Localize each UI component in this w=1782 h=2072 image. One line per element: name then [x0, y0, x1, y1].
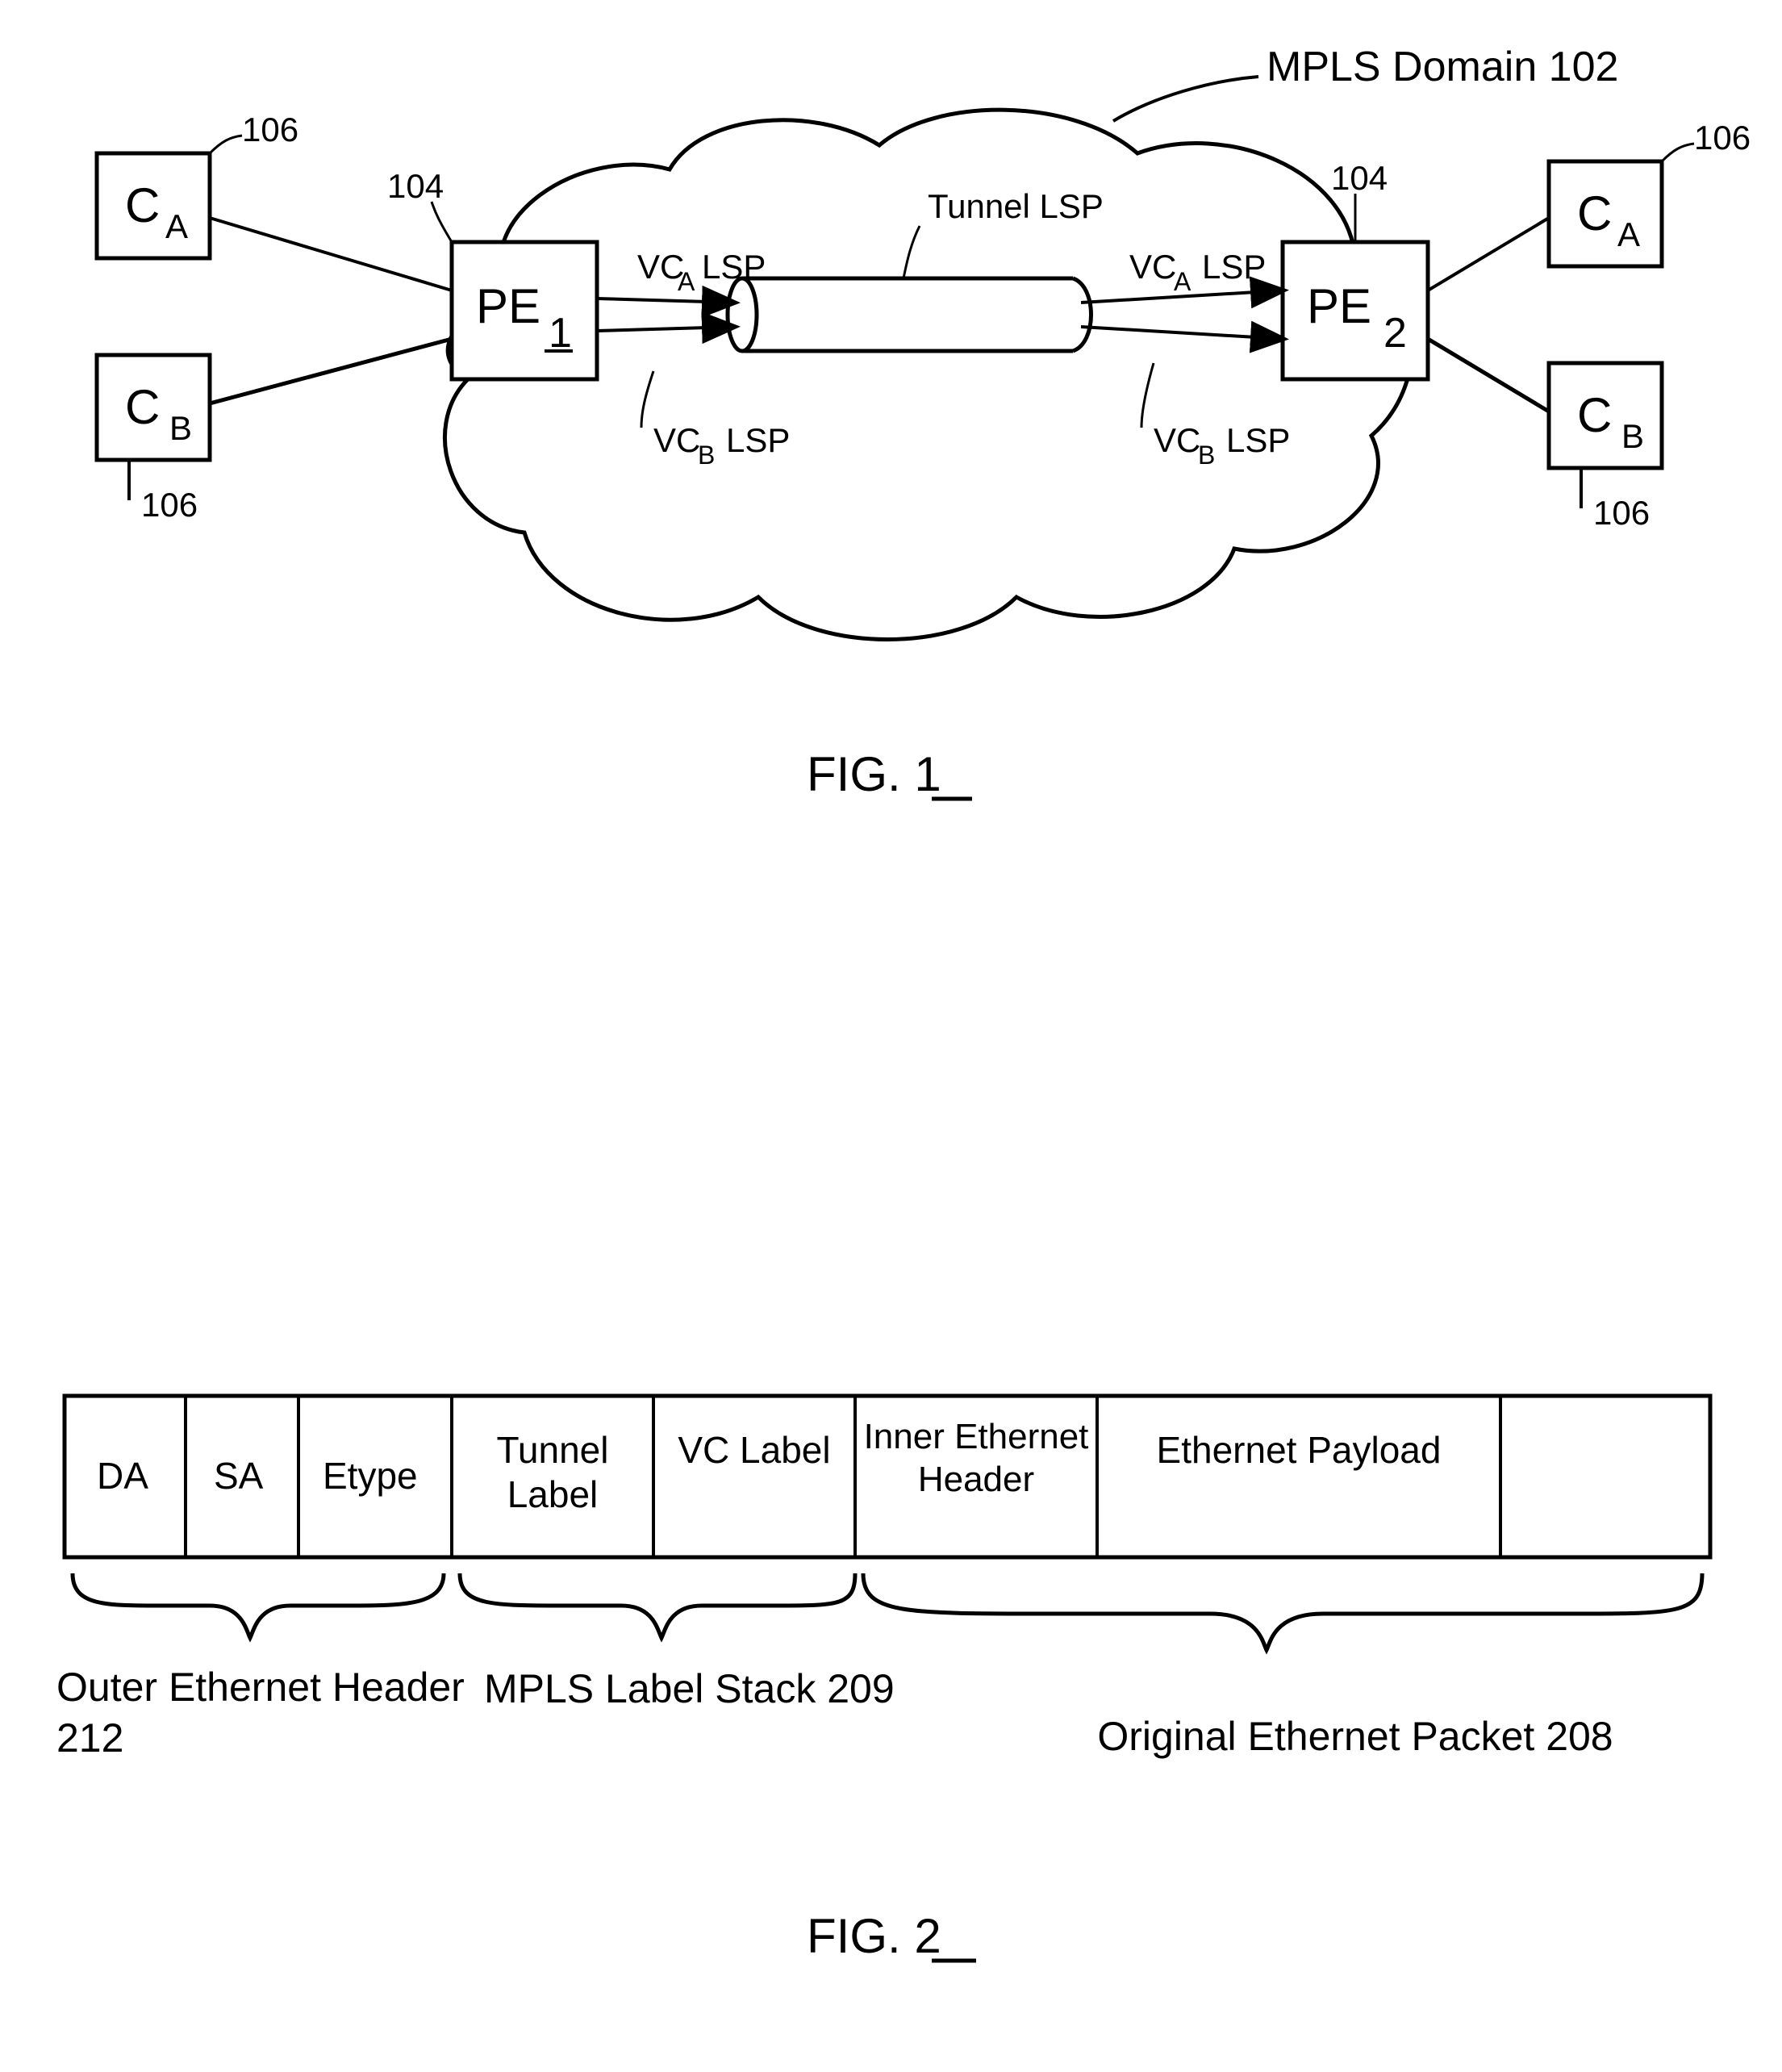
pe1-ref: 104: [387, 167, 444, 205]
svg-text:A: A: [1617, 215, 1640, 253]
cb-left-box: C B 106: [97, 355, 210, 524]
cell-tunnel: Tunnel Label: [460, 1428, 645, 1517]
svg-text:LSP: LSP: [726, 421, 790, 459]
svg-text:B: B: [698, 441, 715, 470]
cb-right-ref: 106: [1593, 494, 1650, 532]
cell-vc: VC Label: [661, 1428, 847, 1473]
svg-text:PE: PE: [476, 279, 540, 333]
cell-etype: Etype: [323, 1455, 418, 1497]
svg-text:LSP: LSP: [1202, 248, 1266, 286]
link-ca-pe1: [210, 218, 452, 290]
brace-orig: Original Ethernet Packet 208: [863, 1573, 1702, 1840]
svg-text:LSP: LSP: [1226, 421, 1290, 459]
tunnel-cylinder: Tunnel LSP: [728, 187, 1104, 351]
cb-right-box: C B 106: [1549, 363, 1662, 532]
link-cb-pe1: [210, 339, 452, 403]
fig2-caption: FIG. 2: [807, 1909, 941, 1963]
svg-text:C: C: [1577, 186, 1612, 240]
svg-text:VC: VC: [1154, 421, 1200, 459]
brace-outer: Outer Ethernet Header 212: [56, 1573, 476, 1775]
brace-mpls-label: MPLS Label Stack 209: [484, 1666, 895, 1711]
svg-text:B: B: [1621, 417, 1644, 455]
svg-text:C: C: [125, 380, 160, 434]
fig1-caption: FIG. 1: [807, 747, 941, 801]
svg-text:B: B: [169, 409, 192, 447]
figure-2: DA SA Etype Tunnel Label VC Label Inner …: [56, 1396, 1710, 1963]
svg-text:C: C: [125, 178, 160, 232]
vcb-left-label: VC B LSP: [641, 371, 790, 470]
vcb-left-line: [597, 327, 734, 331]
pe2-ref: 104: [1331, 159, 1388, 197]
svg-text:VC: VC: [653, 421, 700, 459]
vca-right-label: VC A LSP: [1129, 248, 1266, 296]
brace-outer-label: Outer Ethernet Header 212: [56, 1662, 476, 1763]
brace-orig-label: Original Ethernet Packet 208: [1073, 1711, 1638, 1763]
ca-right-box: C A 106: [1549, 119, 1751, 266]
cell-payload: Ethernet Payload: [1113, 1428, 1484, 1473]
svg-text:A: A: [678, 267, 695, 296]
svg-text:A: A: [165, 207, 188, 245]
mpls-domain-label: MPLS Domain 102: [1267, 44, 1618, 90]
tunnel-lsp-label: Tunnel LSP: [928, 187, 1104, 225]
cloud-leader: [1113, 77, 1258, 121]
cb-left-ref: 106: [141, 486, 198, 524]
cell-inner: Inner Ethernet Header: [863, 1416, 1089, 1502]
ca-left-ref: 106: [242, 111, 298, 148]
link-pe2-ca: [1428, 218, 1549, 290]
svg-text:LSP: LSP: [702, 248, 766, 286]
svg-text:C: C: [1577, 388, 1612, 442]
vcb-right-line: [1081, 327, 1283, 339]
svg-text:A: A: [1174, 267, 1191, 296]
vca-left-line: [597, 299, 734, 303]
packet-table: DA SA Etype Tunnel Label VC Label Inner …: [65, 1396, 1710, 1557]
svg-text:2: 2: [1383, 310, 1407, 357]
brace-mpls: MPLS Label Stack 209: [460, 1573, 895, 1711]
ca-right-ref: 106: [1694, 119, 1751, 157]
figure-1: MPLS Domain 102 C A 106 C B 106 C A 106 …: [97, 44, 1751, 801]
pe2-box: PE 2 104: [1283, 159, 1428, 379]
vcb-right-label: VC B LSP: [1141, 363, 1290, 470]
svg-text:B: B: [1198, 441, 1215, 470]
cell-sa: SA: [214, 1455, 264, 1497]
svg-text:PE: PE: [1307, 279, 1371, 333]
svg-text:VC: VC: [1129, 248, 1176, 286]
cell-da: DA: [97, 1455, 148, 1497]
link-pe2-cb: [1428, 339, 1549, 411]
